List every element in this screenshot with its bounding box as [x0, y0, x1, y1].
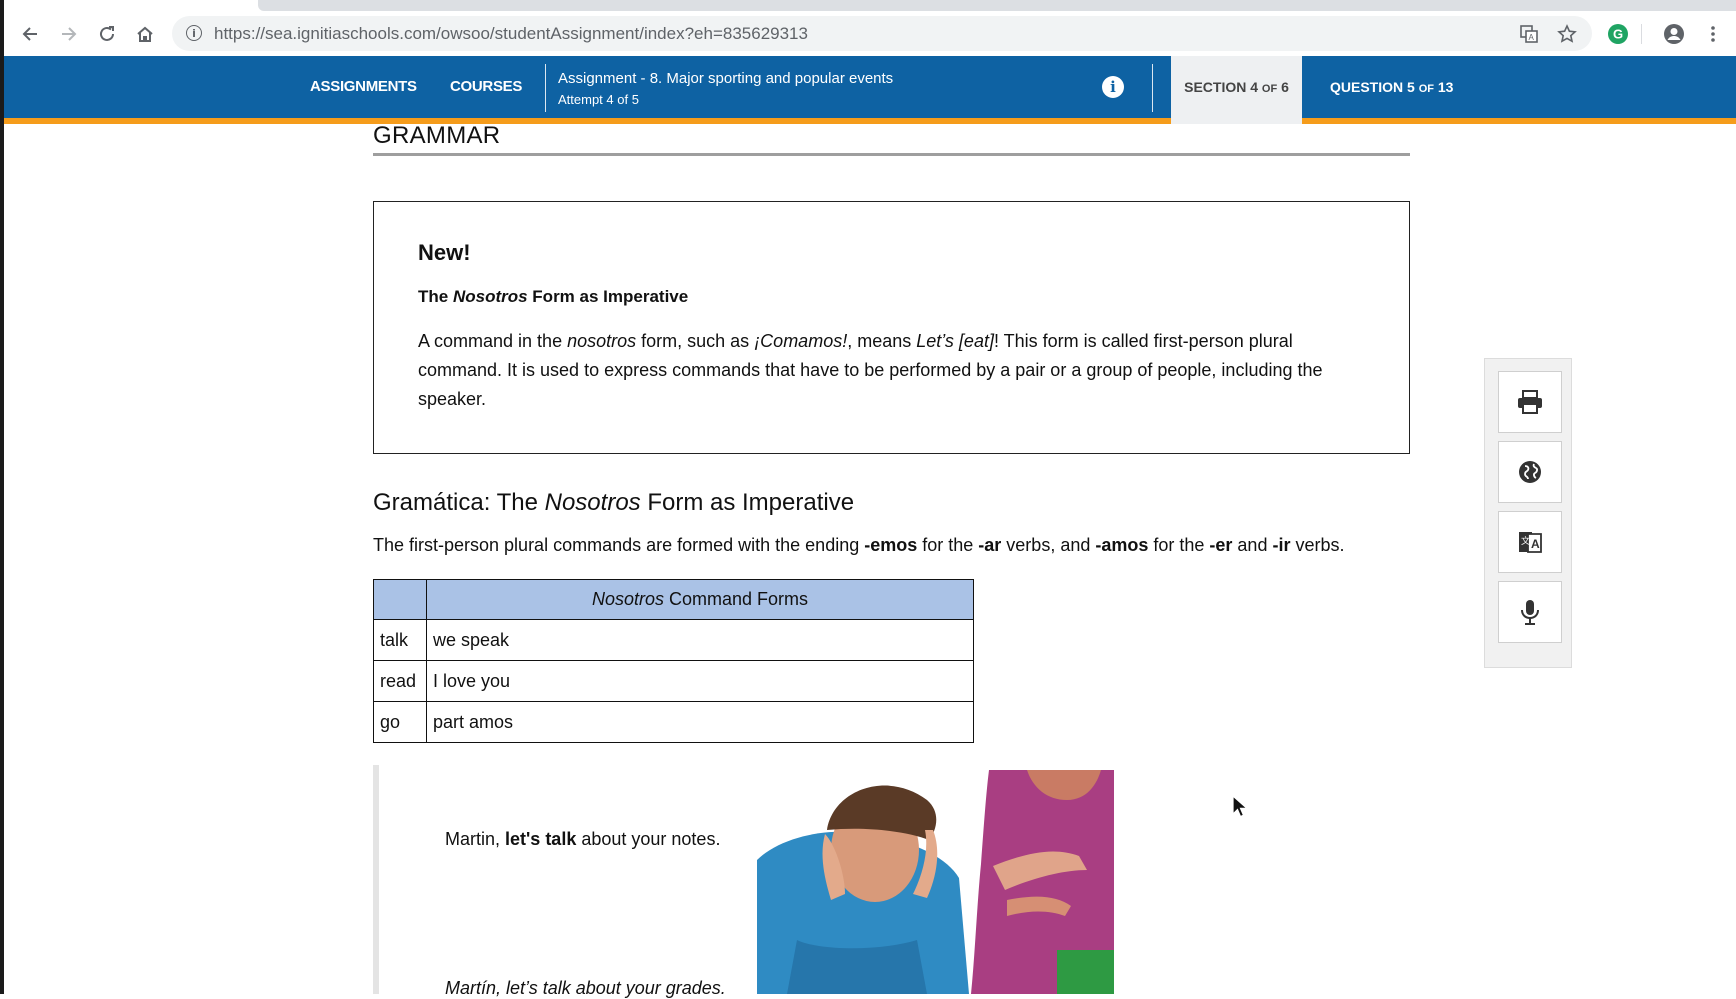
reload-button[interactable] — [92, 11, 122, 56]
translate-button[interactable]: A文 — [1498, 511, 1562, 573]
grammar-heading: GRAMMAR — [373, 122, 501, 149]
svg-text:文: 文 — [1521, 535, 1530, 547]
form-cell: part amos — [426, 701, 974, 743]
language-button[interactable] — [1498, 441, 1562, 503]
new-callout-title: New! — [418, 240, 471, 265]
verb-cell: talk — [373, 619, 427, 661]
forward-button[interactable] — [54, 11, 84, 56]
gramatica-paragraph: The first-person plural commands are for… — [373, 535, 1345, 555]
grammarly-icon: G — [1608, 24, 1628, 44]
new-callout-box: New! The Nosotros Form as Imperative A c… — [373, 201, 1410, 454]
dialogue-line-1: Martin, let's talk about your notes. — [445, 829, 721, 849]
translate-page-icon: A — [1520, 25, 1538, 43]
mouse-cursor-icon — [1232, 795, 1248, 818]
verb-cell: go — [373, 701, 427, 743]
table-row: read I love you — [373, 660, 974, 702]
section-tab[interactable]: Section 4 of 6 — [1171, 56, 1302, 124]
attempt-label: Attempt 4 of 5 — [558, 92, 639, 107]
new-callout-subtitle: The Nosotros Form as Imperative — [418, 287, 689, 306]
bookmark-star-button[interactable] — [1554, 21, 1580, 47]
home-icon — [137, 26, 153, 42]
command-forms-table: Nosotros Command Forms talk we speak rea… — [373, 579, 974, 743]
illustration-photo — [757, 770, 1114, 994]
heading-rule — [373, 153, 1410, 156]
more-vert-icon — [1711, 26, 1715, 42]
grammarly-extension-button[interactable]: G — [1605, 21, 1631, 47]
header-divider — [545, 64, 546, 112]
assignment-title: Assignment - 8. Major sporting and popul… — [558, 70, 894, 87]
section-of: of — [1261, 83, 1278, 95]
verb-cell: read — [373, 660, 427, 702]
question-of: of — [1418, 83, 1434, 95]
question-label: Question — [1330, 79, 1404, 95]
translate-icon: A文 — [1519, 532, 1542, 553]
print-icon — [1518, 390, 1542, 414]
form-cell: we speak — [426, 619, 974, 661]
svg-text:A: A — [1529, 33, 1535, 42]
microphone-button[interactable] — [1498, 581, 1562, 643]
svg-text:G: G — [1613, 27, 1623, 42]
table-row: talk we speak — [373, 619, 974, 661]
new-callout-paragraph: A command in the nosotros form, such as … — [418, 331, 1323, 409]
table-header-row: Nosotros Command Forms — [373, 579, 974, 620]
reload-icon — [100, 25, 114, 41]
svg-text:A: A — [1531, 537, 1540, 551]
question-total: 13 — [1437, 79, 1454, 95]
toolbar-divider — [1641, 24, 1642, 44]
section-current: 4 — [1250, 79, 1259, 95]
form-cell: I love you — [426, 660, 974, 702]
app-header: Assignments Courses Assignment - 8. Majo… — [4, 56, 1736, 124]
dialogue-line-2: Martín, let’s talk about your grades. — [445, 978, 726, 998]
profile-button[interactable] — [1661, 21, 1687, 47]
gramatica-heading: Gramática: The Nosotros Form as Imperati… — [373, 489, 855, 516]
section-total: 6 — [1281, 79, 1289, 95]
account-icon — [1664, 24, 1684, 44]
nav-courses[interactable]: Courses — [450, 56, 522, 118]
globe-icon — [1519, 461, 1541, 483]
window-left-edge — [0, 0, 4, 994]
blockquote-bar — [373, 765, 379, 994]
back-button[interactable] — [15, 11, 45, 56]
star-icon — [1557, 24, 1577, 43]
tab-strip-bar — [258, 0, 1736, 11]
url-text[interactable]: https://sea.ignitiaschools.com/owsoo/stu… — [214, 24, 808, 44]
question-tab[interactable]: Question 5 of 13 — [1330, 56, 1453, 118]
home-button[interactable] — [130, 11, 160, 56]
table-row: go part amos — [373, 701, 974, 743]
arrow-right-icon — [62, 26, 77, 41]
table-header: Nosotros Command Forms — [426, 579, 974, 620]
site-info-icon[interactable]: i — [186, 25, 202, 41]
arrow-left-icon — [22, 26, 37, 41]
assignment-info-icon[interactable]: i — [1102, 76, 1124, 98]
tools-panel: A文 — [1484, 358, 1572, 668]
microphone-icon — [1521, 600, 1539, 625]
print-button[interactable] — [1498, 371, 1562, 433]
table-header-empty — [373, 579, 427, 620]
question-current: 5 — [1407, 79, 1415, 95]
header-divider — [1152, 64, 1153, 112]
chrome-menu-button[interactable] — [1700, 21, 1726, 47]
section-label: Section — [1184, 79, 1247, 95]
translate-page-button[interactable]: A — [1516, 21, 1542, 47]
nav-assignments[interactable]: Assignments — [310, 56, 417, 118]
